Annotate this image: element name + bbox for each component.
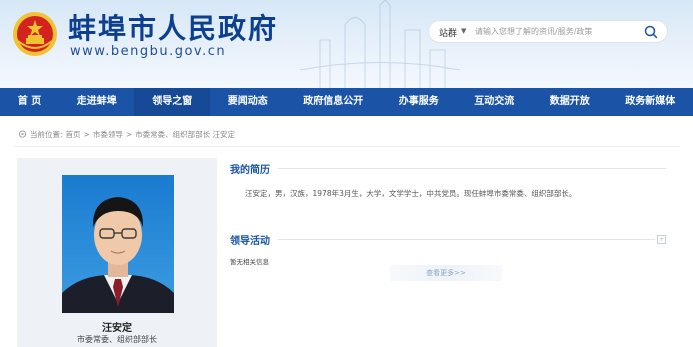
breadcrumb: 当前位置: 首页 > 市委领导 > 市委常委、组织部部长 汪安定 [18, 129, 235, 140]
leader-name: 汪安定 [102, 323, 132, 334]
nav-item-home[interactable]: 首 页 [0, 88, 59, 116]
activities-heading: 领导活动 [230, 236, 270, 247]
breadcrumb-prefix: 当前位置: [30, 130, 63, 139]
site-title[interactable]: 蚌埠市人民政府 [68, 7, 278, 47]
bio-text: 汪安定，男，汉族，1978年3月生，大学，文学学士，中共党员。现任蚌埠市委常委、… [245, 189, 577, 198]
activities-section-header: 领导活动 + [230, 232, 666, 247]
caret-down-icon[interactable]: ▼ [461, 27, 466, 35]
breadcrumb-separator: > [83, 130, 90, 139]
section-divider [278, 239, 655, 240]
bio-section-header: 我的简历 [230, 161, 666, 176]
nav-item-info-disclosure[interactable]: 政府信息公开 [285, 88, 381, 116]
nav-item-open-data[interactable]: 数据开放 [532, 88, 608, 116]
nav-item-interaction[interactable]: 互动交流 [456, 88, 532, 116]
plus-icon[interactable]: + [657, 235, 666, 244]
search-scope-select[interactable]: 站群 [439, 26, 457, 39]
breadcrumb-current[interactable]: 市委常委、组织部部长 汪安定 [135, 129, 235, 140]
leader-portrait [62, 175, 174, 313]
breadcrumb-divider [14, 146, 680, 147]
profile-card: 汪安定 市委常委、组织部部长 [17, 158, 217, 347]
search-icon[interactable] [643, 24, 659, 40]
search-input[interactable] [475, 24, 635, 39]
national-emblem-icon [13, 12, 57, 56]
nav-item-leaders[interactable]: 领导之窗 [134, 88, 210, 116]
location-pin-icon [18, 130, 27, 138]
nav-item-news[interactable]: 要闻动态 [210, 88, 286, 116]
nav-item-new-media[interactable]: 政务新媒体 [607, 88, 693, 116]
breadcrumb-link-home[interactable]: 首页 [66, 129, 81, 140]
site-header: 蚌埠市人民政府 www.bengbu.gov.cn 站群 ▼ [0, 0, 693, 88]
view-more-button[interactable]: 查看更多>> [390, 265, 502, 281]
breadcrumb-link-city-leaders[interactable]: 市委领导 [93, 129, 123, 140]
bio-heading: 我的简历 [230, 165, 270, 176]
nav-item-services[interactable]: 办事服务 [381, 88, 457, 116]
breadcrumb-separator: > [125, 130, 133, 139]
leader-position: 市委常委、组织部部长 [77, 335, 157, 344]
no-info-text: 暂无相关信息 [230, 258, 269, 266]
site-domain: www.bengbu.gov.cn [70, 44, 227, 59]
search-bar: 站群 ▼ [428, 20, 668, 43]
section-divider [278, 168, 666, 169]
skyline-decoration [300, 0, 460, 88]
nav-item-about-bengbu[interactable]: 走进蚌埠 [59, 88, 135, 116]
main-nav: 首 页 走进蚌埠 领导之窗 要闻动态 政府信息公开 办事服务 互动交流 数据开放… [0, 88, 693, 116]
